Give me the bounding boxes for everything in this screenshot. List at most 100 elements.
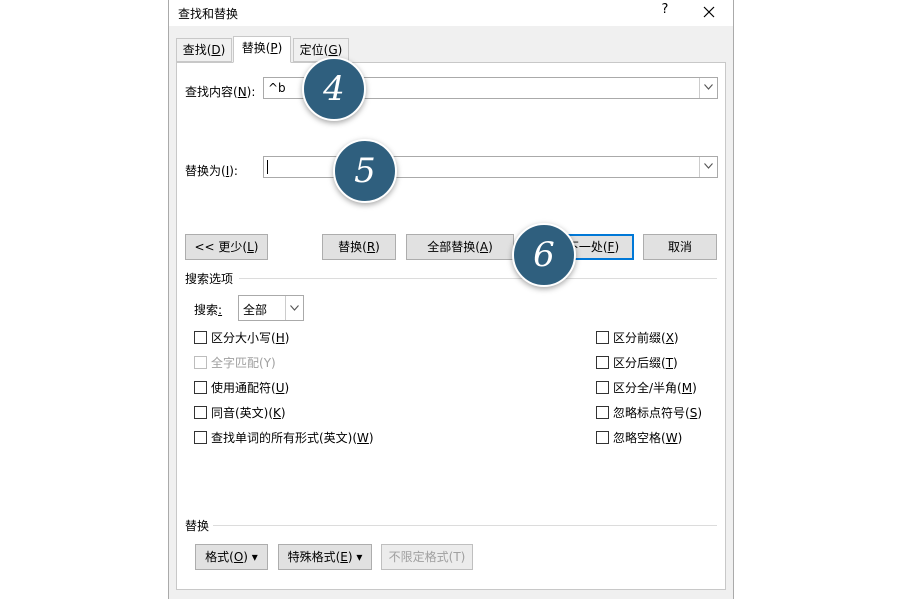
tab-replace-tail: ) [277,41,283,55]
special-key: E [340,550,348,564]
title-bar: 查找和替换 ? [169,0,733,26]
match-case-label: 区分大小写(H) [211,329,289,346]
sounds-like-post: ) [280,406,286,420]
match-suffix-key: T [665,356,674,370]
tab-replace[interactable]: 替换(P) [233,36,291,63]
ignore-whitespace-post: ) [677,431,683,445]
special-pre: 特殊格式( [287,550,341,564]
ignore-whitespace-pre: 忽略空格( [613,431,666,445]
format-button[interactable]: 格式(O) ▾ [195,544,268,570]
ignore-punctuation-pre: 忽略标点符号( [613,406,690,420]
replace-label-pre: 替换为( [185,164,226,178]
search-direction-select[interactable]: 全部 [238,295,304,321]
tab-replace-key: P [270,41,278,55]
special-post: ) ▾ [347,550,363,564]
checkbox-box [194,356,207,369]
match-prefix-label: 区分前缀(X) [613,329,679,346]
match-case-pre: 区分大小写( [211,331,276,345]
search-direction-label: 搜索: [194,301,222,318]
tab-find[interactable]: 查找(D) [176,38,232,62]
close-icon[interactable] [697,1,721,23]
checkbox-box[interactable] [194,331,207,344]
find-next-post: ) [614,240,620,254]
checkbox-box[interactable] [194,431,207,444]
less-button-pre: << 更少( [194,240,248,254]
replace-all-key: A [479,240,489,254]
special-button[interactable]: 特殊格式(E) ▾ [278,544,372,570]
chevron-down-icon[interactable] [285,296,303,320]
no-formatting-button: 不限定格式(T) [381,544,473,570]
tab-goto-tail: ) [337,43,343,57]
match-case-post: ) [284,331,290,345]
replace-button-pre: 替换( [338,240,367,254]
whole-word-key: Y [263,356,272,370]
match-suffix-label: 区分后缀(T) [613,354,678,371]
checkbox-box[interactable] [194,381,207,394]
wildcards-post: ) [284,381,290,395]
whole-word-label: 全字匹配(Y) [211,354,276,371]
format-key: O [233,550,244,564]
match-width-post: ) [692,381,697,395]
tab-goto-key: G [328,43,338,57]
checkbox-box[interactable] [596,331,609,344]
section-divider [239,278,717,279]
help-button[interactable]: ? [657,2,673,22]
checkbox-box[interactable] [596,406,609,419]
whole-word-pre: 全字匹配( [211,356,264,370]
word-forms-pre: 查找单词的所有形式(英文)( [211,431,358,445]
less-button[interactable]: << 更少(L) [185,234,268,260]
replace-panel: 查找内容(N): ^b 替换为(I): << 更少(L) 替换(R) 全部替换(… [176,62,726,590]
tab-find-label: 查找( [182,43,212,57]
search-label-post: : [218,303,223,317]
checkbox-box[interactable] [596,431,609,444]
wildcards-label: 使用通配符(U) [211,379,289,396]
replace-with-label: 替换为(I): [185,162,238,179]
search-options-heading: 搜索选项 [185,272,234,286]
find-replace-dialog: 查找和替换 ? 查找(D) 替换(P) 定位(G) 查找内容(N): ^b 替换… [168,0,734,599]
checkbox-box[interactable] [596,381,609,394]
match-suffix-post: ) [673,356,678,370]
less-button-key: L [247,240,254,254]
whole-word-post: ) [271,356,276,370]
find-what-value: ^b [268,81,286,95]
replace-with-combo[interactable] [263,156,718,178]
cancel-button[interactable]: 取消 [643,234,717,260]
replace-label-post: ): [229,164,238,178]
find-label-post: ): [246,85,256,99]
search-label-pre: 搜索 [194,303,219,317]
step-marker-4: 4 [302,57,366,121]
text-cursor [267,160,268,174]
replace-button-post: ) [375,240,380,254]
word-forms-key: W [357,431,369,445]
ignore-whitespace-key: W [665,431,678,445]
tab-replace-label: 替换( [241,41,271,55]
format-post: ) ▾ [243,550,258,564]
tab-goto-label: 定位( [299,43,329,57]
find-label-pre: 查找内容( [185,85,238,99]
less-button-post: ) [253,240,259,254]
sounds-like-key: K [273,406,281,420]
tab-find-tail: ) [220,43,226,57]
checkbox-box[interactable] [596,356,609,369]
word-forms-label: 查找单词的所有形式(英文)(W) [211,429,374,446]
sounds-like-pre: 同音(英文)( [211,406,274,420]
replace-all-post: ) [488,240,493,254]
match-width-pre: 区分全/半角( [613,381,682,395]
step-marker-5: 5 [333,139,397,203]
checkbox-box[interactable] [194,406,207,419]
step-marker-6: 6 [512,223,576,287]
match-prefix-key: X [665,331,674,345]
replace-section-heading: 替换 [185,519,210,533]
format-pre: 格式( [205,550,234,564]
wildcards-pre: 使用通配符( [211,381,276,395]
match-width-label: 区分全/半角(M) [613,379,697,396]
chevron-down-icon[interactable] [699,157,717,177]
replace-button[interactable]: 替换(R) [322,234,396,260]
chevron-down-icon[interactable] [699,78,717,98]
replace-button-key: R [366,240,376,254]
ignore-whitespace-label: 忽略空格(W) [613,429,682,446]
replace-all-pre: 全部替换( [427,240,480,254]
search-direction-value: 全部 [243,303,268,317]
find-label-key: N [237,85,247,99]
replace-all-button[interactable]: 全部替换(A) [406,234,514,260]
